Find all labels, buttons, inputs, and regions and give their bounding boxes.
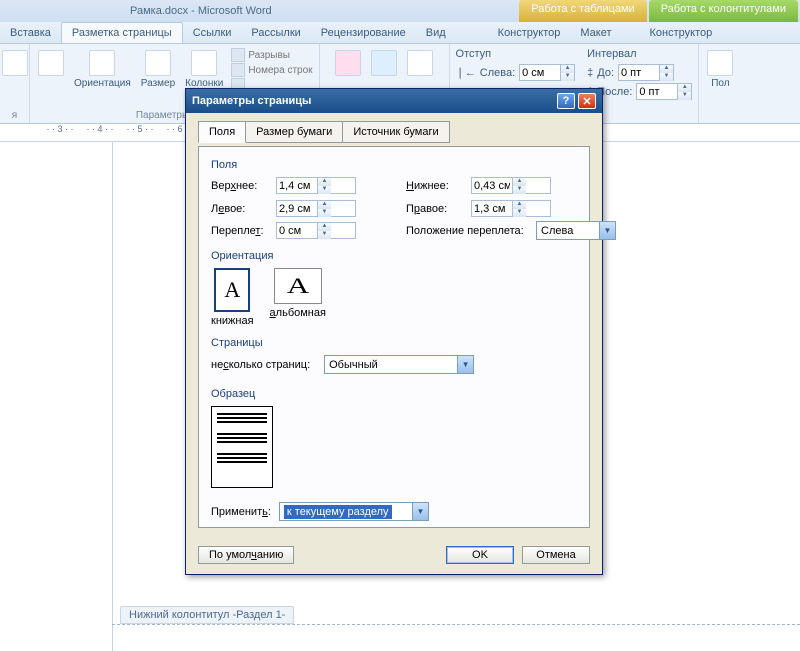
position-button[interactable]: Пол: [705, 48, 735, 91]
watermark-button[interactable]: [333, 48, 363, 78]
columns-button[interactable]: Колонки: [183, 48, 225, 92]
section-orientation-heading: Ориентация: [211, 250, 577, 262]
tab-view[interactable]: Вид: [416, 23, 456, 43]
indent-left-input[interactable]: [520, 67, 560, 79]
cancel-button[interactable]: Отмена: [522, 546, 590, 564]
gutter-label: Переплет:: [211, 225, 266, 237]
margin-top-label: Верхнее:: [211, 180, 266, 192]
margin-bottom-spinner[interactable]: ▲▼: [471, 177, 551, 194]
margin-left-input[interactable]: [277, 203, 317, 215]
ribbon-group-themes: я: [0, 44, 30, 123]
gutter-position-select[interactable]: Слева▼: [536, 221, 616, 240]
dialog-tab-source[interactable]: Источник бумаги: [342, 121, 449, 143]
dialog-tab-paper[interactable]: Размер бумаги: [245, 121, 343, 143]
margin-bottom-label: Нижнее:: [406, 180, 461, 192]
dialog-close-button[interactable]: ✕: [578, 93, 596, 109]
indent-heading: Отступ: [456, 48, 576, 60]
spacing-before-label: До:: [597, 67, 614, 79]
margin-bottom-input[interactable]: [472, 180, 512, 192]
page-color-button[interactable]: [369, 48, 399, 78]
dialog-footer: По умолчанию OK Отмена: [186, 538, 602, 574]
section-margins-heading: Поля: [211, 159, 577, 171]
margin-left-spinner[interactable]: ▲▼: [276, 200, 356, 217]
indent-left-icon: ❘←: [456, 66, 476, 79]
size-button[interactable]: Размер: [139, 48, 177, 92]
page-setup-dialog: Параметры страницы ? ✕ Поля Размер бумаг…: [185, 88, 603, 575]
dropdown-icon[interactable]: ▼: [599, 222, 615, 239]
breaks-button[interactable]: Разрывы: [231, 48, 312, 62]
orientation-portrait[interactable]: A книжная: [211, 268, 254, 327]
margin-right-input[interactable]: [472, 203, 512, 215]
ok-button[interactable]: OK: [446, 546, 514, 564]
tab-header-constructor[interactable]: Конструктор: [640, 23, 723, 43]
multiple-pages-select[interactable]: Обычный▼: [324, 355, 474, 374]
themes-button[interactable]: [0, 48, 30, 78]
dialog-tab-fields[interactable]: Поля: [198, 121, 246, 143]
page-borders-button[interactable]: [405, 48, 435, 78]
context-tabs: Работа с таблицами Работа с колонтитулам…: [519, 0, 800, 22]
margin-left-label: Левое:: [211, 203, 266, 215]
indent-left-spinner[interactable]: ▲▼: [519, 64, 575, 81]
spin-down-icon[interactable]: ▼: [560, 73, 574, 81]
footer-section-label[interactable]: Нижний колонтитул -Раздел 1-: [120, 606, 294, 624]
spacing-before-spinner[interactable]: ▲▼: [618, 64, 674, 81]
spacing-after-spinner[interactable]: ▲▼: [636, 83, 692, 100]
gutter-spinner[interactable]: ▲▼: [276, 222, 356, 239]
apply-to-label: Применить:: [211, 506, 271, 518]
tab-mailings[interactable]: Рассылки: [241, 23, 310, 43]
dialog-tab-pane: Поля Верхнее: ▲▼ Нижнее: ▲▼ Левое: ▲▼ Пр…: [198, 146, 590, 528]
margin-right-label: Правое:: [406, 203, 461, 215]
dialog-title-text: Параметры страницы: [192, 95, 311, 107]
ribbon-group-arrange: Пол: [699, 44, 741, 123]
gutter-input[interactable]: [277, 225, 317, 237]
margin-top-input[interactable]: [277, 180, 317, 192]
tab-insert[interactable]: Вставка: [0, 23, 61, 43]
orientation-button[interactable]: Ориентация: [72, 48, 133, 92]
gutter-position-label: Положение переплета:: [406, 225, 526, 237]
dialog-help-button[interactable]: ?: [557, 93, 575, 109]
tab-review[interactable]: Рецензирование: [311, 23, 416, 43]
dialog-titlebar[interactable]: Параметры страницы ? ✕: [186, 89, 602, 113]
section-preview-heading: Образец: [211, 388, 577, 400]
indent-left-label: Слева:: [480, 67, 515, 79]
spin-up-icon[interactable]: ▲: [560, 65, 574, 73]
section-pages-heading: Страницы: [211, 337, 577, 349]
dropdown-icon[interactable]: ▼: [457, 356, 473, 373]
line-numbers-button[interactable]: Номера строк: [231, 63, 312, 77]
context-tab-headers[interactable]: Работа с колонтитулами: [649, 0, 798, 22]
default-button[interactable]: По умолчанию: [198, 546, 294, 564]
tab-table-layout[interactable]: Макет: [570, 23, 621, 43]
page-setup-small-buttons: Разрывы Номера строк: [231, 48, 312, 92]
page-preview: [211, 406, 273, 488]
spacing-before-input[interactable]: [619, 67, 659, 79]
multiple-pages-label: несколько страниц:: [211, 359, 310, 371]
spacing-before-icon: ‡: [587, 67, 593, 79]
margins-button[interactable]: [36, 48, 66, 92]
orientation-landscape[interactable]: A альбомная: [270, 268, 326, 327]
context-tab-tables[interactable]: Работа с таблицами: [519, 0, 646, 22]
spacing-after-input[interactable]: [637, 86, 677, 98]
tab-references[interactable]: Ссылки: [183, 23, 242, 43]
margin-top-spinner[interactable]: ▲▼: [276, 177, 356, 194]
margin-right-spinner[interactable]: ▲▼: [471, 200, 551, 217]
tab-table-constructor[interactable]: Конструктор: [488, 23, 571, 43]
apply-to-select[interactable]: к текущему разделу▼: [279, 502, 429, 521]
ribbon-tab-strip: Вставка Разметка страницы Ссылки Рассылк…: [0, 22, 800, 44]
interval-heading: Интервал: [587, 48, 692, 60]
dropdown-icon[interactable]: ▼: [412, 503, 428, 520]
tab-page-layout[interactable]: Разметка страницы: [61, 22, 183, 43]
section-divider: [112, 624, 800, 625]
dialog-tabs: Поля Размер бумаги Источник бумаги: [198, 121, 590, 143]
document-title: Рамка.docx - Microsoft Word: [130, 5, 272, 17]
window-titlebar: Рамка.docx - Microsoft Word Работа с таб…: [0, 0, 800, 22]
